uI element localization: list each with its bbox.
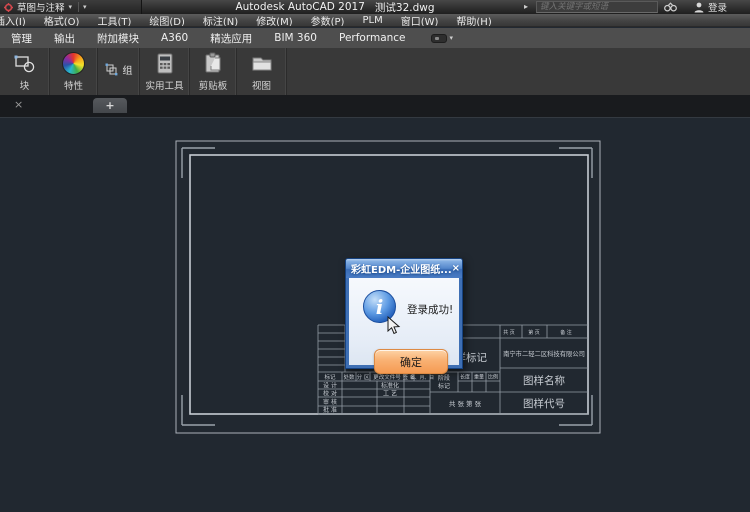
tb-stage-line1: 阶段 [438, 374, 450, 382]
tb-rev-mark: 标记 [324, 373, 336, 381]
app-title-text: Autodesk AutoCAD 2017 [235, 1, 364, 13]
menu-format[interactable]: 格式(O) [35, 14, 89, 27]
chevron-down-icon: ▾ [450, 35, 454, 42]
divider [78, 2, 79, 12]
ok-button[interactable]: 确定 [374, 349, 448, 374]
panel-label-group: 组 [123, 62, 133, 77]
workspace-label: 草图与注释 [17, 0, 65, 14]
tb-top-cell-2: 第 页 [528, 329, 540, 336]
menu-draw[interactable]: 绘图(D) [140, 14, 194, 27]
chevron-down-icon: ▾ [69, 4, 73, 11]
tb-top-cell-3: 备 注 [560, 329, 572, 336]
menu-modify[interactable]: 修改(M) [247, 14, 301, 27]
person-icon [694, 2, 704, 13]
dialog-body: i 登录成功! 确定 [349, 278, 459, 365]
gear-icon [4, 3, 13, 12]
menu-bar: 插入(I) 格式(O) 工具(T) 绘图(D) 标注(N) 修改(M) 参数(P… [0, 14, 750, 27]
block-icon [13, 52, 37, 76]
group-icon [105, 63, 118, 76]
tb-qty-scale: 比例 [488, 374, 498, 381]
mouse-cursor-icon [386, 316, 402, 336]
ribbon-tab-addins[interactable]: 附加模块 [86, 31, 150, 46]
chevron-down-icon[interactable]: ▾ [83, 4, 87, 11]
login-success-dialog: 彩虹EDM-企业图纸... × i 登录成功! 确定 [345, 258, 463, 369]
menu-insert[interactable]: 插入(I) [0, 14, 35, 27]
menu-help[interactable]: 帮助(H) [447, 14, 500, 27]
ribbon-tab-bar: 管理 输出 附加模块 A360 精选应用 BIM 360 Performance… [0, 28, 750, 48]
tab-close-icon[interactable]: × [14, 98, 23, 111]
panel-group[interactable]: 组 [98, 48, 140, 95]
dialog-title-text: 彩虹EDM-企业图纸... [351, 261, 452, 276]
panel-view[interactable]: 视图 [237, 48, 287, 95]
clipboard-icon [202, 52, 224, 76]
ribbon-tab-bim360[interactable]: BIM 360 [263, 32, 328, 44]
tb-row-approve: 批 准 [323, 406, 337, 414]
title-bar: 草图与注释 ▾ ▾ Autodesk AutoCAD 2017 测试32.dwg… [0, 0, 750, 14]
tb-name-cell: 图样名称 [523, 374, 565, 387]
ribbon-tab-a360[interactable]: A360 [150, 32, 199, 44]
ribbon-tab-output[interactable]: 输出 [43, 31, 86, 46]
help-search-box[interactable] [536, 1, 658, 13]
window-title: Autodesk AutoCAD 2017 测试32.dwg [150, 0, 520, 14]
menu-dimension[interactable]: 标注(N) [194, 14, 247, 27]
tb-row-check: 校 对 [323, 390, 337, 398]
panel-properties[interactable]: 特性 [50, 48, 98, 95]
new-tab-button[interactable]: + [93, 98, 127, 113]
tb-sheets: 共 张 第 张 [449, 399, 482, 408]
ribbon-tab-manage[interactable]: 管理 [0, 31, 43, 46]
tb-top-cell-1: 共 页 [503, 329, 515, 336]
panel-label-block: 块 [0, 78, 49, 92]
autocad-window: 草图与注释 ▾ ▾ Autodesk AutoCAD 2017 测试32.dwg… [0, 0, 750, 512]
panel-label-clipboard: 剪贴板 [190, 78, 236, 92]
tb-qty-length: 长度 [460, 374, 470, 381]
ribbon-panel-row: 块 特性 组 [0, 48, 750, 95]
sign-in-control[interactable]: 登录 [694, 0, 727, 14]
color-wheel-icon [62, 52, 85, 75]
panel-utilities[interactable]: 实用工具 [140, 48, 190, 95]
search-input[interactable] [540, 2, 654, 12]
tb-row-design: 设 计 [323, 382, 337, 390]
tb-rev-docno: 更改文件号 [373, 373, 401, 381]
menu-tools[interactable]: 工具(T) [88, 14, 140, 27]
panel-label-view: 视图 [237, 78, 286, 92]
tb-row-standard: 标准化 [381, 382, 399, 390]
workspace-switcher[interactable]: 草图与注释 ▾ ▾ [0, 0, 142, 14]
dialog-close-icon[interactable]: × [452, 263, 460, 274]
menu-window[interactable]: 窗口(W) [392, 14, 448, 27]
panel-label-properties: 特性 [50, 78, 97, 92]
model-space-canvas[interactable]: 标记 处数 分 区 更改文件号 签 名 年、月、日 设 计 校 对 审 核 批 … [0, 118, 750, 512]
sign-in-label: 登录 [708, 0, 727, 14]
panel-block[interactable]: 块 [0, 48, 50, 95]
panel-clipboard[interactable]: 剪贴板 [190, 48, 237, 95]
tb-qty-weight: 重量 [474, 374, 484, 381]
panel-label-utilities: 实用工具 [140, 78, 189, 92]
tb-stage-line2: 标记 [438, 382, 450, 390]
menu-plm[interactable]: PLM [353, 15, 391, 26]
dialog-title-bar[interactable]: 彩虹EDM-企业图纸... × [346, 259, 462, 278]
tb-rev-zone: 分 区 [357, 373, 370, 381]
camera-icon [431, 34, 447, 43]
dialog-message: 登录成功! [407, 302, 453, 317]
file-name-text: 测试32.dwg [375, 0, 435, 15]
ribbon-tab-performance[interactable]: Performance [328, 32, 417, 44]
calculator-icon [155, 52, 175, 76]
ribbon-display-toggle[interactable]: ▾ [431, 34, 454, 43]
view-base-icon [250, 52, 274, 74]
binoculars-search-icon[interactable] [664, 1, 677, 13]
search-flyout-arrow-icon[interactable]: ▸ [524, 2, 528, 11]
tb-company: 南宁市二轻二区科技有限公司 [503, 349, 585, 358]
tb-rev-date: 年、月、日 [410, 374, 434, 381]
tb-row-audit: 审 核 [323, 398, 337, 406]
tb-code-cell: 图样代号 [523, 397, 565, 410]
tb-row-process: 工 艺 [383, 390, 397, 398]
file-tab-bar: × + [0, 95, 750, 118]
menu-parametric[interactable]: 参数(P) [302, 14, 354, 27]
tb-rev-count: 处数 [343, 373, 355, 381]
ribbon-tab-featured-apps[interactable]: 精选应用 [199, 31, 263, 46]
